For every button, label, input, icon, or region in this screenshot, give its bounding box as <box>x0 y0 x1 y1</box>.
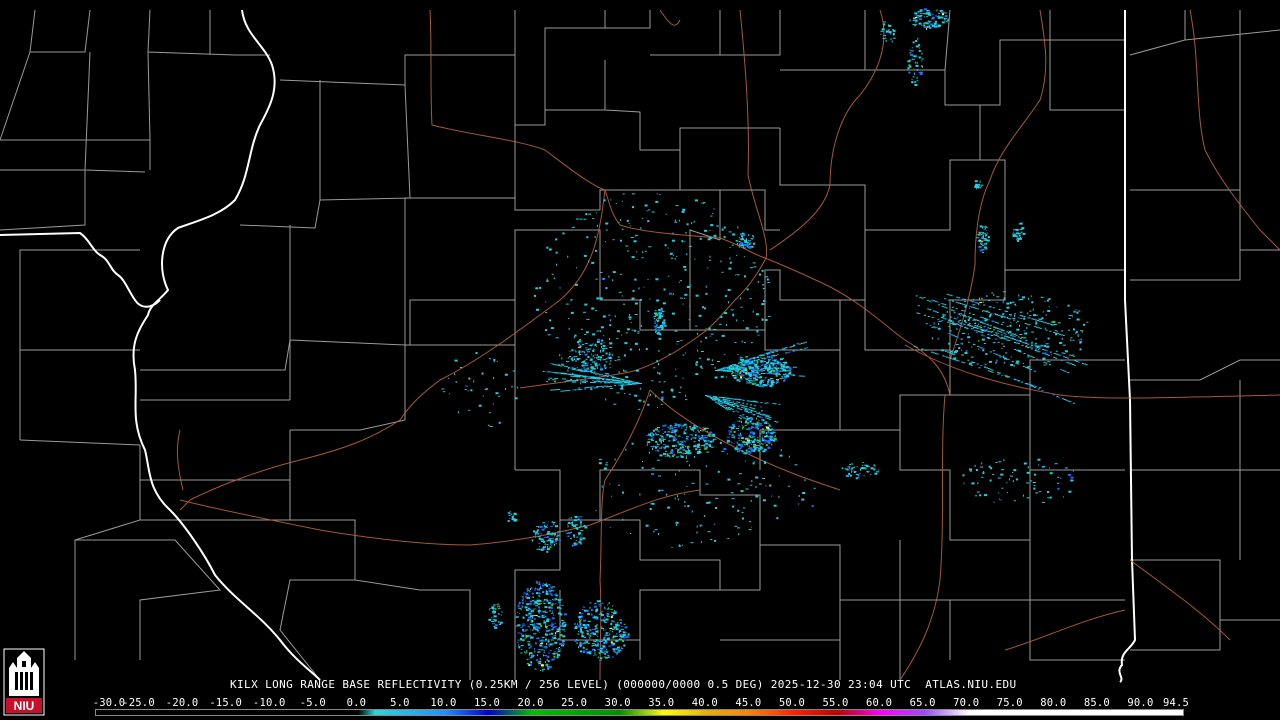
scale-tick-label: 45.0 <box>735 697 762 709</box>
scale-tick-label: 0.0 <box>346 697 367 709</box>
scale-tick-label: -25.0 <box>122 697 155 709</box>
scale-tick-label: 35.0 <box>648 697 675 709</box>
scale-tick-label: -10.0 <box>252 697 286 709</box>
radar-site-marker <box>670 388 674 392</box>
scale-tick-label: 15.0 <box>473 697 501 709</box>
color-scale-bar <box>95 709 1184 716</box>
niu-logo: NIU <box>3 648 45 716</box>
color-scale-labels: -30.0 -25.0 -20.0 -15.0 -10.0 -5.0 0.0 5.0 10.0 1… <box>92 697 1190 709</box>
logo-text: NIU <box>14 699 35 713</box>
scale-tick-label: 55.0 <box>822 697 849 709</box>
scale-tick-label: 94.5 <box>1162 697 1190 709</box>
scale-tick-label: 5.0 <box>390 697 410 709</box>
scale-tick-label: 60.0 <box>866 697 893 709</box>
scale-tick-label: -15.0 <box>209 697 242 709</box>
radar-map <box>0 0 1280 720</box>
scale-tick-label: 70.0 <box>953 697 980 709</box>
scale-tick-label: -5.0 <box>299 697 326 709</box>
scale-tick-label: -20.0 <box>165 697 199 709</box>
scale-tick-label: 50.0 <box>778 697 805 709</box>
scale-tick-label: 85.0 <box>1083 697 1110 709</box>
scale-tick-label: 40.0 <box>691 697 718 709</box>
scale-tick-label: 90.0 <box>1127 697 1154 709</box>
scale-tick-label: 25.0 <box>561 697 588 709</box>
scale-tick-label: -30.0 <box>92 697 126 709</box>
scale-tick-label: 65.0 <box>909 697 936 709</box>
scale-tick-label: 20.0 <box>517 697 544 709</box>
scale-tick-label: 75.0 <box>996 697 1023 709</box>
scale-tick-label: 80.0 <box>1040 697 1067 709</box>
scale-tick-label: 30.0 <box>604 697 631 709</box>
scale-tick-label: 10.0 <box>430 697 457 709</box>
product-caption: KILX LONG RANGE BASE REFLECTIVITY (0.25K… <box>230 678 1017 691</box>
